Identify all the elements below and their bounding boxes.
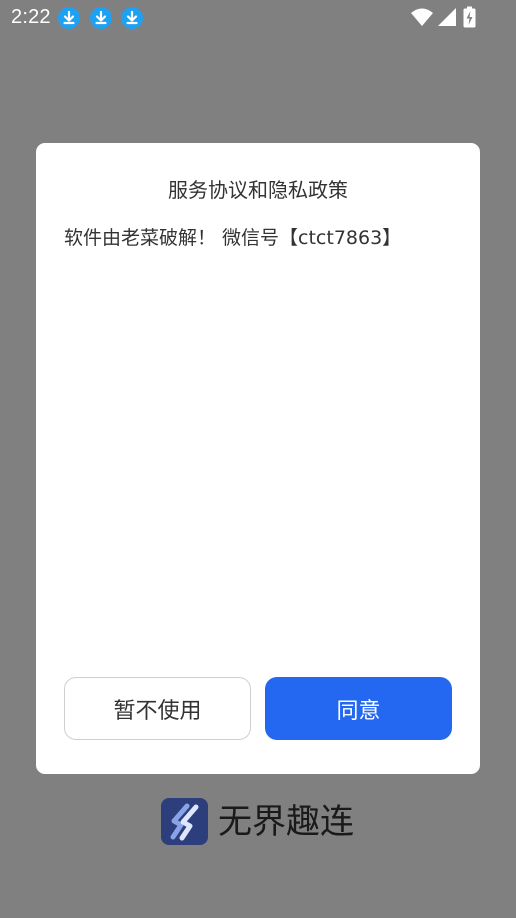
lightning-logo-icon — [161, 798, 208, 845]
wifi-icon — [411, 8, 433, 26]
status-time: 2:22 — [11, 6, 51, 28]
battery-charging-icon — [463, 6, 476, 28]
system-icons — [410, 6, 504, 28]
dialog-message: 软件由老菜破解！ 微信号【ctct7863】 — [64, 227, 402, 249]
download-icon — [90, 7, 112, 29]
download-icon — [58, 7, 80, 29]
decline-button[interactable]: 暂不使用 — [64, 677, 251, 740]
cell-signal-icon — [438, 8, 456, 26]
brand-name: 无界趣连 — [218, 802, 354, 842]
dialog-title: 服务协议和隐私政策 — [168, 178, 348, 202]
agree-button[interactable]: 同意 — [265, 677, 452, 740]
download-icon — [121, 7, 143, 29]
status-bar: 2:22 — [0, 0, 516, 36]
